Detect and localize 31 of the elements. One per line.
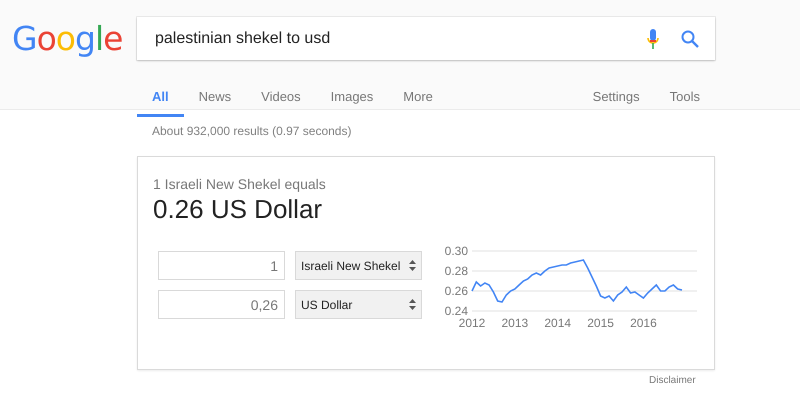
x-tick-label: 2016 <box>630 316 657 330</box>
tools-link[interactable]: Settings <box>578 77 655 117</box>
x-tick-label: 2013 <box>502 316 528 330</box>
updown-arrow-icon <box>409 299 416 310</box>
currency-select[interactable]: US Dollar <box>295 290 422 319</box>
search-field[interactable]: palestinian shekel to usd <box>153 28 647 48</box>
search-tab[interactable]: Videos <box>246 77 316 117</box>
y-tick-label: 0.26 <box>444 284 468 298</box>
search-bar[interactable]: palestinian shekel to usd <box>137 17 715 60</box>
microphone-icon[interactable] <box>647 28 659 48</box>
google-logo[interactable]: Google <box>12 19 121 58</box>
y-tick-label: 0.28 <box>444 264 468 278</box>
search-tab[interactable]: News <box>184 77 246 117</box>
updown-arrow-icon <box>409 260 416 271</box>
result-stats: About 932,000 results (0.97 seconds) <box>152 124 352 138</box>
x-tick-label: 2015 <box>587 316 614 330</box>
y-tick-label: 0.24 <box>444 304 468 318</box>
x-tick-label: 2012 <box>458 316 486 330</box>
search-tab[interactable]: All <box>137 77 184 117</box>
search-tab[interactable]: More <box>388 77 448 117</box>
disclaimer-link[interactable]: Disclaimer <box>649 375 800 386</box>
amount-field[interactable]: 0,26 <box>158 290 285 319</box>
x-tick-label: 2014 <box>544 316 572 330</box>
y-tick-label: 0.30 <box>444 244 468 258</box>
converter-result: 0.26 US Dollar <box>153 194 324 225</box>
amount-field[interactable]: 1 <box>158 251 285 280</box>
search-tab[interactable]: Images <box>316 77 388 117</box>
currency-select[interactable]: Israeli New Shekel <box>295 251 422 280</box>
search-icon[interactable] <box>681 30 699 48</box>
converter-subtitle: 1 Israeli New Shekel equals <box>153 176 327 192</box>
tools-link[interactable]: Tools <box>654 77 715 117</box>
